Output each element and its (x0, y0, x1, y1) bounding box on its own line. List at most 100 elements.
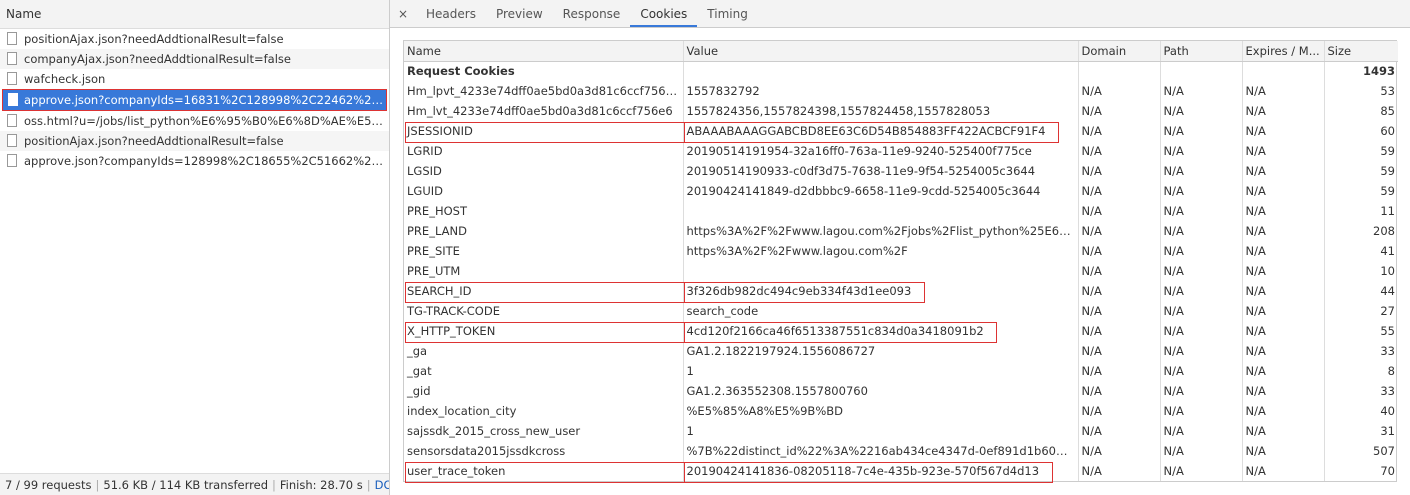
close-icon[interactable]: × (390, 0, 416, 27)
cookie-expires: N/A (1241, 261, 1324, 281)
request-item[interactable]: positionAjax.json?needAddtionalResult=fa… (0, 29, 389, 49)
cookie-size: 70 (1323, 461, 1398, 481)
request-item[interactable]: companyAjax.json?needAddtionalResult=fal… (0, 49, 389, 69)
cookie-size: 11 (1323, 201, 1398, 221)
request-cookies-group-row: Request Cookies 1493 (404, 61, 1398, 81)
cookie-expires: N/A (1241, 141, 1324, 161)
cookie-row[interactable]: PRE_UTM N/A N/A N/A 10 (404, 261, 1398, 281)
cookie-path: N/A (1159, 261, 1242, 281)
column-header-size[interactable]: Size (1323, 41, 1398, 62)
cookie-row[interactable]: LGSID 20190514190933-c0df3d75-7638-11e9-9… (404, 161, 1398, 181)
tab-preview[interactable]: Preview (486, 0, 553, 27)
file-icon (7, 72, 17, 85)
cookie-size: 40 (1323, 401, 1398, 421)
cookie-expires: N/A (1241, 441, 1324, 461)
cookie-row[interactable]: SEARCH_ID 3f326db982dc494c9eb334f43d1ee09… (404, 281, 1398, 301)
cookie-name: JSESSIONID (407, 124, 473, 138)
cookie-expires: N/A (1241, 201, 1324, 221)
request-list-panel: Name positionAjax.json?needAddtionalResu… (0, 0, 390, 495)
cookie-size: 27 (1323, 301, 1398, 321)
cookie-row[interactable]: sensorsdata2015jssdkcross %7B%22distinct_… (404, 441, 1398, 461)
cookie-size: 44 (1323, 281, 1398, 301)
cookie-value: 20190514190933-c0df3d75-7638-11e9-9f54-5… (682, 161, 1078, 181)
cookie-name: PRE_UTM (407, 264, 461, 278)
cookie-path: N/A (1159, 421, 1242, 441)
cookie-row[interactable]: sajssdk_2015_cross_new_user 1 N/A N/A N/A 31 (404, 421, 1398, 441)
cookie-row[interactable]: Hm_lpvt_4233e74dff0ae5bd0a3d81c6ccf756e6… (404, 81, 1398, 101)
request-item[interactable]: oss.html?u=/jobs/list_python%E6%95%B0%E6… (0, 111, 389, 131)
column-header-path[interactable]: Path (1159, 41, 1242, 62)
cookie-row[interactable]: index_location_city %E5%85%A8%E5%9B%BD N/A… (404, 401, 1398, 421)
detail-tabs: × Headers Preview Response Cookies Timing (390, 0, 1410, 28)
cookie-domain: N/A (1077, 81, 1160, 101)
request-item[interactable]: approve.json?companyIds=16831%2C128998%2… (2, 89, 387, 111)
name-column-header[interactable]: Name (0, 0, 389, 29)
cookie-path: N/A (1159, 461, 1242, 481)
cookie-name: X_HTTP_TOKEN (407, 324, 496, 338)
cookie-value: 1 (682, 361, 1078, 381)
status-bar: 7 / 99 requests | 51.6 KB / 114 KB transfe… (0, 473, 389, 495)
cookie-row[interactable]: JSESSIONID ABAAABAAAGGABCBD8EE63C6D54B854… (404, 121, 1398, 141)
cookie-value: %E5%85%A8%E5%9B%BD (682, 401, 1078, 421)
cookie-expires: N/A (1241, 241, 1324, 261)
cookie-size: 55 (1323, 321, 1398, 341)
column-header-name[interactable]: Name (404, 41, 683, 62)
cookie-expires: N/A (1241, 161, 1324, 181)
column-header-domain[interactable]: Domain (1077, 41, 1160, 62)
cookie-value: 3f326db982dc494c9eb334f43d1ee093 (682, 281, 1078, 301)
cookie-row[interactable]: _gid GA1.2.363552308.1557800760 N/A N/A N/A 3… (404, 381, 1398, 401)
cookie-value: ABAAABAAAGGABCBD8EE63C6D54B854883FF422AC… (682, 121, 1078, 141)
cookie-name: LGUID (407, 184, 443, 198)
cookie-row[interactable]: LGUID 20190424141849-d2dbbbc9-6658-11e9-9… (404, 181, 1398, 201)
cookie-row[interactable]: _ga GA1.2.1822197924.1556086727 N/A N/A N/A 3… (404, 341, 1398, 361)
cookie-path: N/A (1159, 301, 1242, 321)
cookie-row[interactable]: X_HTTP_TOKEN 4cd120f2166ca46f6513387551c8… (404, 321, 1398, 341)
cookie-size: 8 (1323, 361, 1398, 381)
tab-cookies[interactable]: Cookies (630, 0, 698, 27)
cookie-path: N/A (1159, 381, 1242, 401)
request-name: companyAjax.json?needAddtionalResult=fal… (24, 52, 291, 66)
cookie-row[interactable]: Hm_lvt_4233e74dff0ae5bd0a3d81c6ccf756e6 1… (404, 101, 1398, 121)
cookie-row[interactable]: LGRID 20190514191954-32a16ff0-763a-11e9-9… (404, 141, 1398, 161)
request-detail-panel: × Headers Preview Response Cookies Timing Na… (390, 0, 1410, 495)
file-icon (7, 114, 17, 127)
column-header-expires[interactable]: Expires / M... (1241, 41, 1324, 62)
cookies-table: Name Value Domain Path Expires / M... Si… (404, 41, 1398, 481)
request-item[interactable]: approve.json?companyIds=128998%2C18655%2… (0, 151, 389, 171)
cookie-domain: N/A (1077, 401, 1160, 421)
cookie-value (682, 201, 1078, 221)
tab-timing[interactable]: Timing (697, 0, 758, 27)
cookie-path: N/A (1159, 81, 1242, 101)
cookie-row[interactable]: PRE_SITE https%3A%2F%2Fwww.lagou.com%2F N/… (404, 241, 1398, 261)
cookie-path: N/A (1159, 141, 1242, 161)
cookie-name: _gid (407, 384, 431, 398)
cookie-expires: N/A (1241, 281, 1324, 301)
cookie-path: N/A (1159, 161, 1242, 181)
cookie-expires: N/A (1241, 361, 1324, 381)
tab-headers[interactable]: Headers (416, 0, 486, 27)
cookie-row[interactable]: user_trace_token 20190424141836-08205118-… (404, 461, 1398, 481)
cookie-name: LGRID (407, 144, 443, 158)
cookie-name: SEARCH_ID (407, 284, 472, 298)
cookie-row[interactable]: TG-TRACK-CODE search_code N/A N/A N/A 27 (404, 301, 1398, 321)
cookie-domain: N/A (1077, 421, 1160, 441)
cookie-value: 4cd120f2166ca46f6513387551c834d0a3418091… (682, 321, 1078, 341)
cookie-expires: N/A (1241, 221, 1324, 241)
cookie-row[interactable]: PRE_LAND https%3A%2F%2Fwww.lagou.com%2Fjo… (404, 221, 1398, 241)
cookies-table-header: Name Value Domain Path Expires / M... Si… (404, 41, 1398, 62)
request-name: oss.html?u=/jobs/list_python%E6%95%B0%E6… (24, 114, 389, 128)
column-header-value[interactable]: Value (682, 41, 1078, 62)
cookie-size: 507 (1323, 441, 1398, 461)
cookie-name: PRE_SITE (407, 244, 460, 258)
request-item[interactable]: positionAjax.json?needAddtionalResult=fa… (0, 131, 389, 151)
cookie-domain: N/A (1077, 121, 1160, 141)
cookie-size: 33 (1323, 381, 1398, 401)
cookie-value: 1 (682, 421, 1078, 441)
request-item[interactable]: wafcheck.json (0, 69, 389, 89)
tab-response[interactable]: Response (553, 0, 631, 27)
cookie-expires: N/A (1241, 401, 1324, 421)
cookie-row[interactable]: _gat 1 N/A N/A N/A 8 (404, 361, 1398, 381)
cookie-domain: N/A (1077, 321, 1160, 341)
cookie-row[interactable]: PRE_HOST N/A N/A N/A 11 (404, 201, 1398, 221)
cookie-expires: N/A (1241, 81, 1324, 101)
